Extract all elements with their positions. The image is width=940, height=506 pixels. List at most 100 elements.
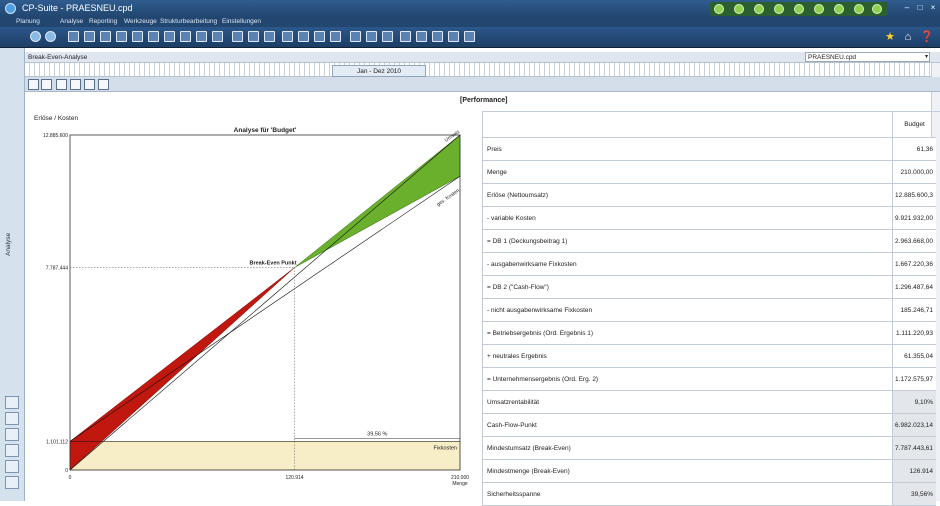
figure-icon[interactable] [872,4,882,14]
align-icon[interactable] [84,31,95,42]
menu-strukturbearbeitung[interactable]: Strukturbearbeitung [160,18,217,25]
forward-icon[interactable] [45,31,56,42]
chart-tool-icon[interactable] [5,460,19,473]
options-icon[interactable] [464,31,475,42]
back-icon[interactable] [30,31,41,42]
chart-icon[interactable] [148,31,159,42]
table-tool-icon[interactable] [5,428,19,441]
row-label: Menge [487,169,507,176]
file-select[interactable]: PRAESNEU.cpd ▾ [805,52,930,62]
tools-icon[interactable] [5,444,19,457]
form-icon[interactable] [350,31,361,42]
row-value: 1.172.575,97 [892,368,936,391]
left-sidebar: Analyse [0,48,25,501]
window-icon[interactable] [366,31,377,42]
close-button[interactable]: × [928,3,938,13]
grid-view-icon[interactable] [298,31,309,42]
layout-icon[interactable] [382,31,393,42]
home-icon[interactable] [714,4,724,14]
break-even-label: Break-Even Punkt [249,261,296,267]
tab-title: Break-Even-Analyse [28,54,88,61]
pie-icon[interactable] [132,31,143,42]
chart-view-icon[interactable] [28,79,39,90]
help-icon[interactable]: ❓ [920,31,934,43]
delete-icon[interactable] [416,31,427,42]
table-row: Mindestmenge (Break-Even) [482,460,906,483]
export-icon[interactable] [314,31,325,42]
save-view-icon[interactable] [98,79,109,90]
tree-icon[interactable] [100,31,111,42]
performance-table: Budget Preis 61,36 Menge 210.000,00 Erlöse (… [482,111,940,506]
table-row: Mindestumsatz (Break-Even) [482,437,906,460]
menu-planung[interactable]: Planung [16,18,40,25]
row-value: 12.885.600,3 [892,184,936,207]
grid-icon[interactable] [734,4,744,14]
table-icon[interactable] [116,31,127,42]
layout-b-icon[interactable] [70,79,81,90]
row-label: Mindestmenge (Break-Even) [487,468,570,475]
table-row: = DB 1 (Deckungsbeitrag 1) [482,230,906,253]
loss-area [69,267,295,471]
presentation-icon[interactable] [448,31,459,42]
row-label: = DB 2 ("Cash-Flow") [487,284,549,291]
graph-icon[interactable] [164,31,175,42]
table-row: = DB 2 ("Cash-Flow") [482,276,906,299]
star-icon[interactable]: ★ [884,31,896,43]
print-icon[interactable] [432,31,443,42]
break-even-chart: Analyse für 'Budget' 0 1.101.112 7.787.444 1… [43,127,469,487]
list-icon[interactable] [68,31,79,42]
row-label: Cash-Flow-Punkt [487,422,537,429]
fixed-cost-area [69,441,461,471]
arrow-icon[interactable] [794,4,804,14]
row-value: 9.921.932,00 [892,207,936,230]
minimize-button[interactable]: – [902,3,912,13]
report-icon[interactable] [212,31,223,42]
layout-c-icon[interactable] [84,79,95,90]
profit-area [294,134,461,268]
settings-tool-icon[interactable] [5,476,19,489]
analyse-tool-icon[interactable] [5,396,19,409]
menu-einstellungen[interactable]: Einstellungen [222,18,261,25]
x-tick-label: 120.914 [286,475,304,481]
table-row: Menge [482,161,906,184]
table-header-blank [482,112,892,138]
refresh-icon[interactable] [814,4,824,14]
main-toolbar: ★ ⌂ ❓ [0,27,940,48]
period-timeline[interactable] [25,63,940,77]
menu-werkzeuge[interactable]: Werkzeuge [124,18,157,25]
sidebar-label[interactable]: Analyse [5,233,12,256]
row-label: = Unternehmensergebnis (Ord. Erg. 2) [487,376,599,383]
layout-a-icon[interactable] [56,79,67,90]
line-chart-icon[interactable] [248,31,259,42]
calc-icon[interactable] [330,31,341,42]
sheet-icon[interactable] [282,31,293,42]
row-value: 185.246,71 [892,299,936,322]
period-selector[interactable]: Jan - Dez 2010 [332,65,426,77]
area-chart-icon[interactable] [264,31,275,42]
table-row: Erlöse (Nettoumsatz) [482,184,906,207]
table-row: + neutrales Ergebnis [482,345,906,368]
revenue-line [69,134,461,471]
file-select-value: PRAESNEU.cpd [808,54,857,61]
menu-analyse[interactable]: Analyse [60,18,83,25]
row-label: + neutrales Ergebnis [487,353,547,360]
info-icon[interactable]: ⌂ [902,31,914,43]
divide-icon[interactable] [180,31,191,42]
leaf-icon[interactable] [754,4,764,14]
org-icon[interactable] [196,31,207,42]
maximize-button[interactable]: □ [915,3,925,13]
pointer-tool-icon[interactable] [5,412,19,425]
settings-icon[interactable] [854,4,864,14]
menu-reporting[interactable]: Reporting [89,18,117,25]
arrow-down-icon[interactable] [400,31,411,42]
sync-icon[interactable] [834,4,844,14]
table-row: Preis [482,138,906,161]
chart-title: Analyse für 'Budget' [234,127,297,134]
x-axis-label: Menge [452,481,468,487]
row-value: 210.000,00 [892,161,936,184]
total-cost-line [69,175,461,442]
check-icon[interactable] [774,4,784,14]
edit-view-icon[interactable] [41,79,52,90]
chevron-down-icon[interactable]: ▾ [925,53,928,62]
bar-chart-icon[interactable] [232,31,243,42]
